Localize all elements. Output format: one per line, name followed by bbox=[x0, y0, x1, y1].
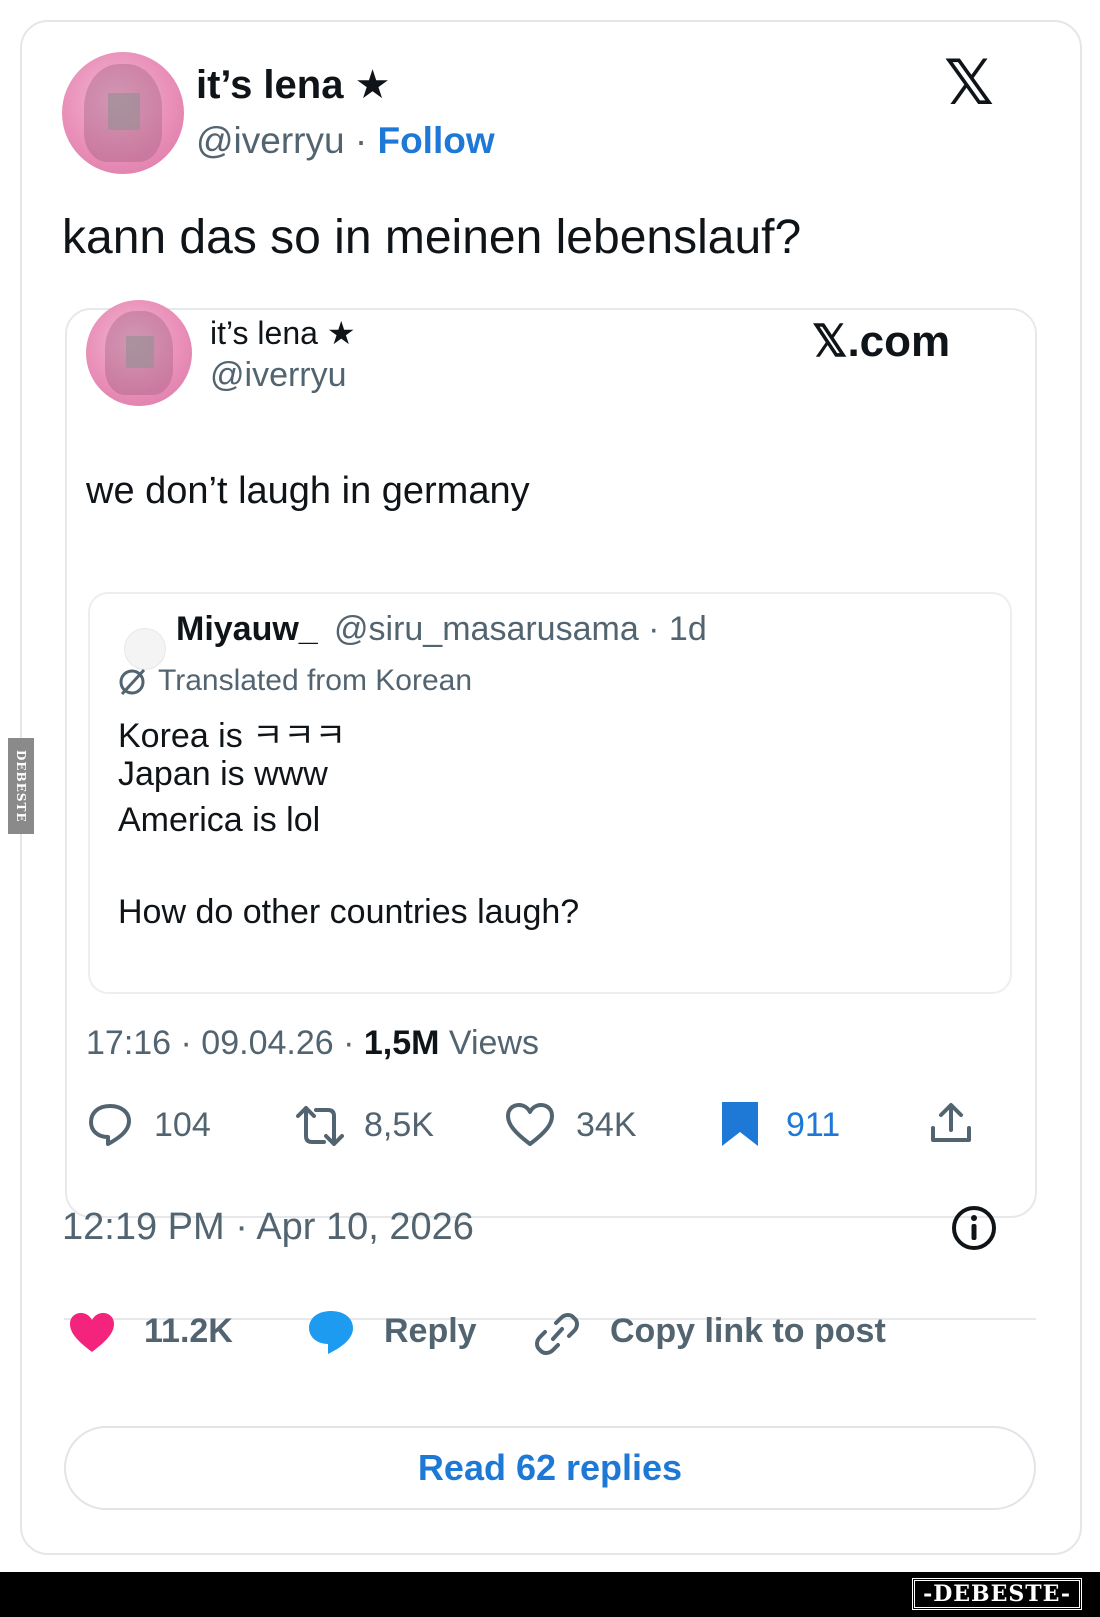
like-count: 34K bbox=[576, 1106, 637, 1144]
share-icon[interactable] bbox=[928, 1100, 974, 1146]
info-icon[interactable] bbox=[950, 1204, 998, 1252]
quoted-line-1: Korea is ㅋㅋㅋ bbox=[118, 717, 347, 755]
author-handle-line: @iverryu · Follow bbox=[196, 120, 495, 162]
embedded-author-handle: @iverryu bbox=[210, 356, 347, 394]
quoted-author-name: Miyauw_ bbox=[176, 610, 318, 648]
translate-icon bbox=[119, 668, 146, 696]
quoted-line-3: America is lol bbox=[118, 801, 321, 839]
embedded-meta: 17:16 · 09.04.26 · 1,5M Views bbox=[86, 1024, 539, 1063]
bookmark-count: 911 bbox=[786, 1106, 841, 1144]
tweet-timestamp[interactable]: 12:19 PM · Apr 10, 2026 bbox=[62, 1206, 474, 1249]
tweet-text: kann das so in meinen lebenslauf? bbox=[62, 211, 802, 264]
link-icon[interactable] bbox=[534, 1312, 580, 1356]
repost-count: 8,5K bbox=[364, 1106, 434, 1144]
quoted-line-2: Japan is www bbox=[118, 755, 328, 793]
embedded-author-name: it’s lena ★ bbox=[210, 315, 356, 351]
reply-count: 104 bbox=[154, 1106, 211, 1144]
quoted-handle-time: @siru_masarusama · 1d bbox=[334, 610, 707, 648]
separator-dot: · bbox=[354, 120, 368, 161]
author-name[interactable]: it’s lena ★ bbox=[196, 62, 390, 108]
quoted-line-5: How do other countries laugh? bbox=[118, 893, 580, 931]
like-icon[interactable] bbox=[504, 1102, 556, 1148]
embedded-time-date: 17:16 · 09.04.26 · bbox=[86, 1024, 355, 1062]
views-label: Views bbox=[448, 1024, 540, 1062]
read-replies-button[interactable]: Read 62 replies bbox=[64, 1426, 1036, 1510]
follow-button[interactable]: Follow bbox=[377, 120, 494, 161]
side-watermark: DEBESTE bbox=[8, 738, 34, 834]
embedded-tweet-text: we don’t laugh in germany bbox=[86, 470, 530, 512]
page: it’s lena ★ @iverryu · Follow 𝕏 kann das… bbox=[0, 0, 1100, 1617]
reply-bubble-icon[interactable] bbox=[306, 1308, 356, 1356]
translated-label: Translated from Korean bbox=[158, 664, 473, 697]
author-avatar[interactable] bbox=[62, 52, 184, 174]
footer-bar: -DEBESTE- bbox=[0, 1572, 1100, 1617]
embedded-author-avatar bbox=[86, 300, 192, 406]
heart-icon[interactable] bbox=[68, 1312, 116, 1354]
x-com-logo: 𝕏.com bbox=[812, 317, 951, 366]
watermark-badge: -DEBESTE- bbox=[912, 1578, 1082, 1610]
author-handle[interactable]: @iverryu bbox=[196, 120, 345, 161]
x-logo-icon[interactable]: 𝕏 bbox=[944, 48, 994, 118]
like-count-outer: 11.2K bbox=[144, 1312, 233, 1350]
reply-button[interactable]: Reply bbox=[384, 1312, 477, 1351]
repost-icon[interactable] bbox=[292, 1104, 348, 1148]
reply-icon[interactable] bbox=[86, 1100, 134, 1148]
bookmark-icon[interactable] bbox=[720, 1100, 760, 1148]
copy-link-button[interactable]: Copy link to post bbox=[610, 1312, 886, 1351]
views-count: 1,5M bbox=[363, 1024, 440, 1062]
